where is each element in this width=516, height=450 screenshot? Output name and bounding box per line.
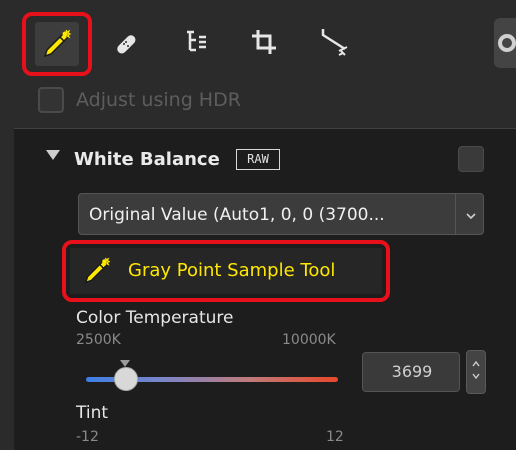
palette-options-button[interactable] <box>494 18 516 68</box>
panel-left-edge <box>0 128 14 450</box>
chevron-down-icon <box>465 205 477 224</box>
color-temperature-max: 10000K <box>282 332 336 348</box>
straighten-icon <box>315 25 349 59</box>
collapse-arrow-icon[interactable] <box>46 150 60 160</box>
eyedropper-icon <box>41 28 73 60</box>
section-title: White Balance <box>74 149 220 170</box>
tree-tool-button[interactable] <box>176 22 216 62</box>
tool-palette <box>0 0 516 88</box>
tree-hierarchy-icon <box>182 28 210 56</box>
gray-point-sample-tool-label: Gray Point Sample Tool <box>128 260 336 281</box>
tint-min: -12 <box>76 429 99 445</box>
color-temperature-input[interactable]: 3699 <box>362 352 460 392</box>
color-temperature-label: Color Temperature <box>76 308 234 328</box>
color-temperature-slider-thumb[interactable] <box>114 367 138 391</box>
tint-max: 12 <box>326 429 344 445</box>
gray-point-tool-button[interactable] <box>22 12 92 76</box>
dropdown-button[interactable] <box>455 194 485 234</box>
color-temperature-min: 2500K <box>76 332 121 348</box>
eyedropper-icon <box>80 254 114 288</box>
white-balance-dropdown[interactable]: Original Value (Auto1, 0, 0 (3700... <box>78 193 484 235</box>
white-balance-checkbox[interactable] <box>458 146 484 172</box>
straighten-tool-button[interactable] <box>310 20 354 64</box>
gray-point-sample-tool-inner: Gray Point Sample Tool <box>70 248 382 294</box>
hdr-label: Adjust using HDR <box>76 89 241 111</box>
slider-default-marker <box>120 360 130 367</box>
bandage-icon <box>111 29 141 59</box>
dropdown-value: Original Value (Auto1, 0, 0 (3700... <box>89 205 385 225</box>
crop-tool-button[interactable] <box>244 22 284 62</box>
crop-icon <box>250 28 278 56</box>
color-temperature-stepper[interactable] <box>466 350 486 394</box>
hdr-checkbox[interactable] <box>38 87 64 113</box>
raw-badge: RAW <box>236 149 280 170</box>
stepper-arrows-icon <box>471 357 481 387</box>
gear-icon <box>496 30 516 60</box>
gray-point-sample-tool-button[interactable]: Gray Point Sample Tool <box>62 240 390 302</box>
retouch-brush-button[interactable] <box>106 24 146 64</box>
tint-label: Tint <box>76 403 109 423</box>
color-temperature-value: 3699 <box>391 362 433 381</box>
